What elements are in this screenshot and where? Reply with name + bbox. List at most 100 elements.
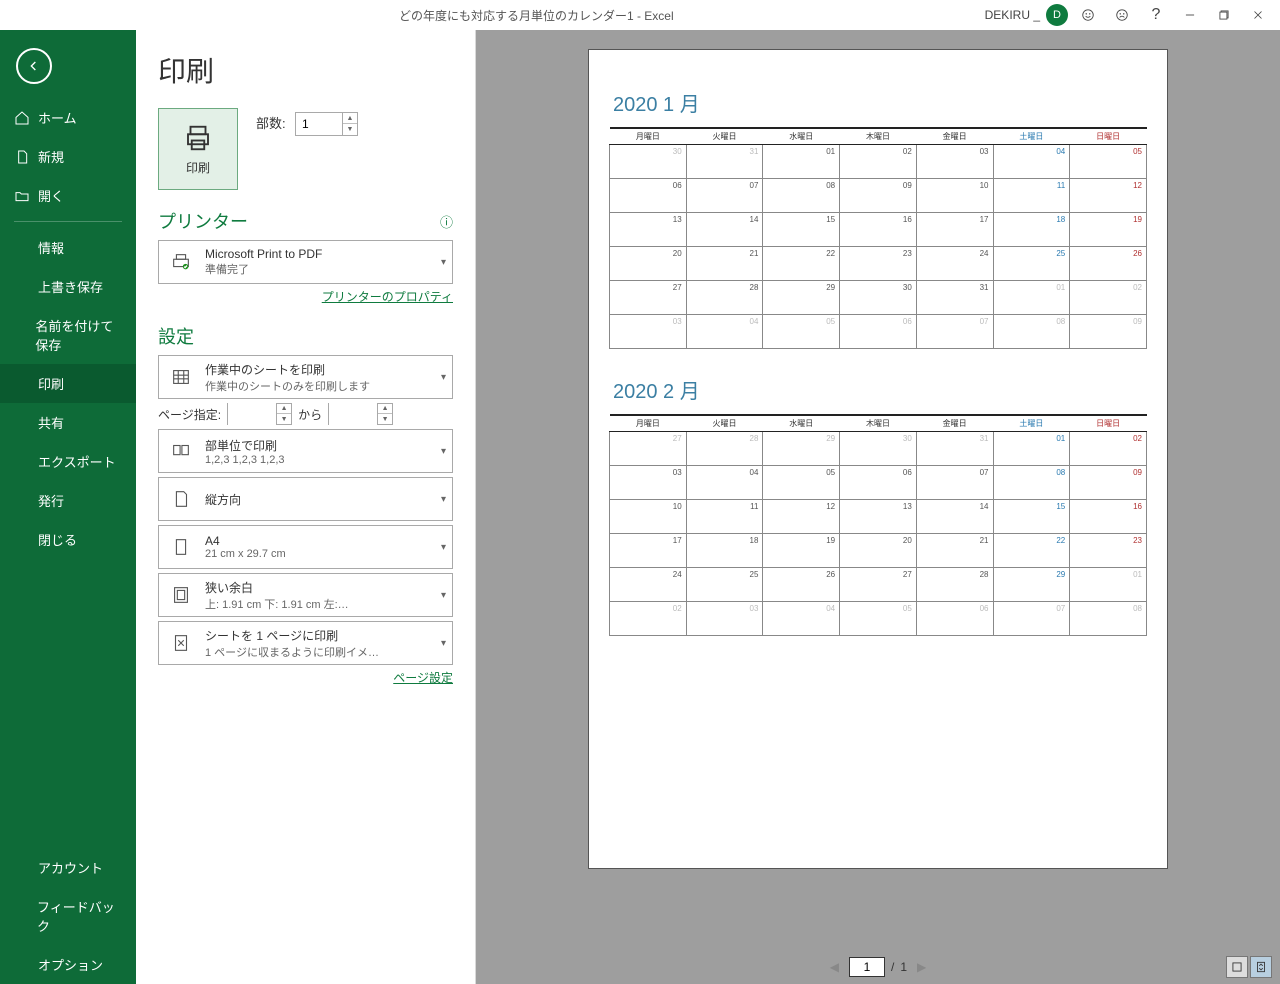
spin-down-icon[interactable]: ▼ <box>343 124 357 135</box>
page-title: 印刷 <box>158 50 453 90</box>
nav-account[interactable]: アカウント <box>0 848 136 887</box>
frown-feedback-icon[interactable] <box>1108 1 1136 29</box>
maximize-button[interactable] <box>1210 1 1238 29</box>
page-range-to-label: から <box>298 406 322 423</box>
page-sep: / <box>891 960 894 974</box>
printer-properties-link[interactable]: プリンターのプロパティ <box>322 290 453 304</box>
calendar-title: 2020 1 月 <box>609 88 1147 117</box>
nav-label: 共有 <box>38 413 64 432</box>
nav-label: 情報 <box>38 238 64 257</box>
nav-new[interactable]: 新規 <box>0 137 136 176</box>
page-to-spinner[interactable]: ▲▼ <box>328 403 393 425</box>
printer-name: Microsoft Print to PDF <box>205 247 444 261</box>
nav-label: フィードバック <box>37 897 122 935</box>
nav-label: 新規 <box>38 147 64 166</box>
zoom-to-page-button[interactable] <box>1250 956 1272 978</box>
close-button[interactable] <box>1244 1 1272 29</box>
nav-save[interactable]: 上書き保存 <box>0 267 136 306</box>
collate-icon <box>167 440 195 462</box>
page-to-input[interactable] <box>329 403 377 425</box>
page-range-row: ページ指定: ▲▼ から ▲▼ <box>158 403 453 425</box>
dropdown-title: 縦方向 <box>205 491 444 508</box>
print-preview-panel: 2020 1 月月曜日火曜日水曜日木曜日金曜日土曜日日曜日30310102030… <box>476 30 1280 984</box>
nav-home[interactable]: ホーム <box>0 98 136 137</box>
print-button[interactable]: 印刷 <box>158 108 238 190</box>
paper-size-dropdown[interactable]: A4 21 cm x 29.7 cm ▾ <box>158 525 453 569</box>
chevron-down-icon: ▾ <box>441 542 446 553</box>
prev-page-button[interactable]: ◀ <box>826 960 843 974</box>
calendar-title: 2020 2 月 <box>609 375 1147 404</box>
nav-save-as[interactable]: 名前を付けて保存 <box>0 306 136 364</box>
dropdown-subtitle: 上: 1.91 cm 下: 1.91 cm 左:… <box>205 596 444 612</box>
spin-up-icon[interactable]: ▲ <box>343 113 357 124</box>
spin-up-icon[interactable]: ▲ <box>277 403 291 414</box>
smile-feedback-icon[interactable] <box>1074 1 1102 29</box>
printer-status: 準備完了 <box>205 261 444 277</box>
minimize-button[interactable] <box>1176 1 1204 29</box>
nav-label: エクスポート <box>38 452 116 471</box>
nav-open[interactable]: 開く <box>0 176 136 215</box>
sheet-icon <box>167 366 195 388</box>
chevron-down-icon: ▾ <box>441 257 446 268</box>
copies-spinner[interactable]: ▲▼ <box>295 112 358 136</box>
dropdown-title: A4 <box>205 534 444 548</box>
dropdown-subtitle: 作業中のシートのみを印刷します <box>205 378 444 394</box>
app-window: どの年度にも対応する月単位のカレンダー1 - Excel DEKIRU _ D … <box>0 0 1280 984</box>
scaling-dropdown[interactable]: シートを 1 ページに印刷 1 ページに収まるように印刷イメ… ▾ <box>158 621 453 665</box>
spin-up-icon[interactable]: ▲ <box>378 403 392 414</box>
page-number-input[interactable] <box>849 957 885 977</box>
spin-down-icon[interactable]: ▼ <box>378 414 392 425</box>
calendar-grid: 月曜日火曜日水曜日木曜日金曜日土曜日日曜日3031010203040506070… <box>609 127 1147 349</box>
copies-input[interactable] <box>296 113 342 135</box>
nav-label: ホーム <box>38 108 77 127</box>
what-to-print-dropdown[interactable]: 作業中のシートを印刷 作業中のシートのみを印刷します ▾ <box>158 355 453 399</box>
nav-label: オプション <box>38 955 103 974</box>
user-name-label[interactable]: DEKIRU _ <box>985 8 1040 22</box>
nav-options[interactable]: オプション <box>0 945 136 984</box>
dropdown-title: 狭い余白 <box>205 579 444 596</box>
back-button[interactable] <box>16 48 52 84</box>
printer-dropdown[interactable]: Microsoft Print to PDF 準備完了 ▾ <box>158 240 453 284</box>
nav-label: 開く <box>38 186 64 205</box>
show-margins-button[interactable] <box>1226 956 1248 978</box>
print-button-label: 印刷 <box>186 159 210 176</box>
chevron-down-icon: ▾ <box>441 372 446 383</box>
nav-info[interactable]: 情報 <box>0 228 136 267</box>
preview-footer: ◀ / 1 ▶ <box>476 950 1280 984</box>
margins-icon <box>167 584 195 606</box>
nav-publish[interactable]: 発行 <box>0 481 136 520</box>
nav-label: 発行 <box>38 491 64 510</box>
nav-divider <box>14 221 122 222</box>
dropdown-title: 部単位で印刷 <box>205 437 444 454</box>
title-bar: どの年度にも対応する月単位のカレンダー1 - Excel DEKIRU _ D … <box>0 0 1280 30</box>
portrait-icon <box>167 488 195 510</box>
total-pages: 1 <box>900 960 907 974</box>
backstage-sidebar: ホーム 新規 開く 情報 上書き保存 名前を付けて保存 印刷 共有 エクスポート… <box>0 30 136 984</box>
nav-close[interactable]: 閉じる <box>0 520 136 559</box>
orientation-dropdown[interactable]: 縦方向 ▾ <box>158 477 453 521</box>
next-page-button[interactable]: ▶ <box>913 960 930 974</box>
nav-export[interactable]: エクスポート <box>0 442 136 481</box>
collate-dropdown[interactable]: 部単位で印刷 1,2,3 1,2,3 1,2,3 ▾ <box>158 429 453 473</box>
margins-dropdown[interactable]: 狭い余白 上: 1.91 cm 下: 1.91 cm 左:… ▾ <box>158 573 453 617</box>
info-icon[interactable]: ⓘ <box>440 212 453 231</box>
user-avatar[interactable]: D <box>1046 4 1068 26</box>
printer-heading: プリンター ⓘ <box>158 208 453 234</box>
nav-share[interactable]: 共有 <box>0 403 136 442</box>
page-range-label: ページ指定: <box>158 406 221 423</box>
spin-down-icon[interactable]: ▼ <box>277 414 291 425</box>
chevron-down-icon: ▾ <box>441 590 446 601</box>
page-from-spinner[interactable]: ▲▼ <box>227 403 292 425</box>
help-button[interactable]: ? <box>1142 1 1170 29</box>
page-from-input[interactable] <box>228 403 276 425</box>
fit-page-icon <box>167 632 195 654</box>
nav-feedback[interactable]: フィードバック <box>0 887 136 945</box>
nav-label: 上書き保存 <box>38 277 103 296</box>
nav-print[interactable]: 印刷 <box>0 364 136 403</box>
page-setup-link[interactable]: ページ設定 <box>393 671 453 685</box>
nav-label: 印刷 <box>38 374 64 393</box>
nav-label: アカウント <box>38 858 103 877</box>
dropdown-title: 作業中のシートを印刷 <box>205 361 444 378</box>
dropdown-subtitle: 21 cm x 29.7 cm <box>205 548 444 560</box>
preview-canvas[interactable]: 2020 1 月月曜日火曜日水曜日木曜日金曜日土曜日日曜日30310102030… <box>476 30 1280 950</box>
